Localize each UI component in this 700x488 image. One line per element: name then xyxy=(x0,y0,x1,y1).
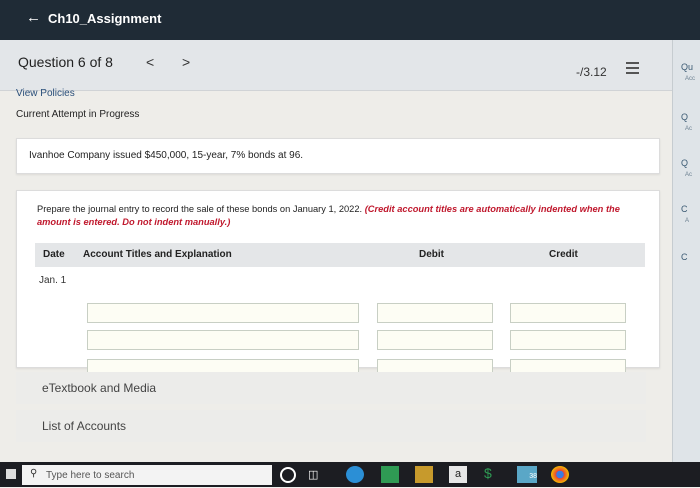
assignment-title: Ch10_Assignment xyxy=(48,11,162,26)
task-view-icon[interactable]: ◫ xyxy=(308,468,318,485)
left-arrow-icon[interactable]: ← xyxy=(26,9,41,26)
problem-card: Ivanhoe Company issued $450,000, 15-year… xyxy=(16,138,660,174)
journal-table-header: Date Account Titles and Explanation Debi… xyxy=(35,243,645,267)
question-panel: Question 6 of 8 < > -/3.12 View Policies… xyxy=(0,40,672,462)
list-of-accounts-link[interactable]: List of Accounts xyxy=(42,419,126,433)
account-column-header: Account Titles and Explanation xyxy=(83,249,232,260)
date-column-header: Date xyxy=(43,249,65,260)
question-list-item[interactable]: Q xyxy=(681,158,688,168)
entry-date: Jan. 1 xyxy=(39,275,67,286)
credit-column-header: Credit xyxy=(549,249,578,260)
money-icon[interactable]: $ xyxy=(484,465,492,482)
problem-statement: Ivanhoe Company issued $450,000, 15-year… xyxy=(29,150,304,161)
question-list-item[interactable]: Q xyxy=(681,112,688,122)
etextbook-link[interactable]: eTextbook and Media xyxy=(42,381,156,395)
question-list-subtext: Acc xyxy=(685,76,696,82)
question-score: -/3.12 xyxy=(576,65,607,79)
question-list-panel: Qu Acc Q Ac Q Ac C A C xyxy=(672,40,700,462)
chrome-icon[interactable] xyxy=(551,466,569,483)
windows-taskbar: ⚲ Type here to search ◫ a $ 38 xyxy=(0,462,700,487)
account-title-input[interactable] xyxy=(87,303,359,323)
search-icon: ⚲ xyxy=(30,468,38,479)
attempt-status: Current Attempt in Progress xyxy=(16,109,140,120)
question-list-item[interactable]: C xyxy=(681,204,688,214)
previous-question-button[interactable]: < xyxy=(146,54,154,70)
view-policies-link[interactable]: View Policies xyxy=(16,88,75,99)
title-bar: ← Ch10_Assignment xyxy=(0,0,700,40)
file-explorer-icon[interactable] xyxy=(381,466,399,483)
question-list-subtext: A xyxy=(685,218,690,224)
list-of-accounts-row[interactable]: List of Accounts xyxy=(16,410,646,442)
question-counter: Question 6 of 8 xyxy=(18,54,113,70)
credit-input[interactable] xyxy=(510,303,626,323)
cortana-icon[interactable] xyxy=(280,467,296,483)
question-list-item[interactable]: C xyxy=(681,252,688,262)
debit-column-header: Debit xyxy=(419,249,444,260)
debit-input[interactable] xyxy=(377,303,493,323)
etextbook-row[interactable]: eTextbook and Media xyxy=(16,372,646,404)
search-placeholder: Type here to search xyxy=(46,470,135,481)
question-list-subtext: Ac xyxy=(685,126,693,132)
amazon-icon[interactable]: a xyxy=(449,466,467,483)
taskbar-search-box[interactable]: ⚲ Type here to search xyxy=(22,465,272,485)
question-list-subtext: Ac xyxy=(685,172,693,178)
windows-start-icon[interactable] xyxy=(6,469,16,479)
question-list-item[interactable]: Qu xyxy=(681,62,693,72)
debit-input[interactable] xyxy=(377,330,493,350)
account-title-input[interactable] xyxy=(87,330,359,350)
notification-badge-icon[interactable]: 38 xyxy=(517,466,537,483)
credit-input[interactable] xyxy=(510,330,626,350)
edge-browser-icon[interactable] xyxy=(346,466,364,483)
task-instructions: Prepare the journal entry to record the … xyxy=(37,203,637,229)
store-icon[interactable] xyxy=(415,466,433,483)
list-icon[interactable] xyxy=(626,62,639,74)
journal-entry-card: Prepare the journal entry to record the … xyxy=(16,190,660,379)
next-question-button[interactable]: > xyxy=(182,54,190,70)
instruction-text: Prepare the journal entry to record the … xyxy=(37,204,363,214)
question-header: Question 6 of 8 < > -/3.12 xyxy=(0,40,672,91)
